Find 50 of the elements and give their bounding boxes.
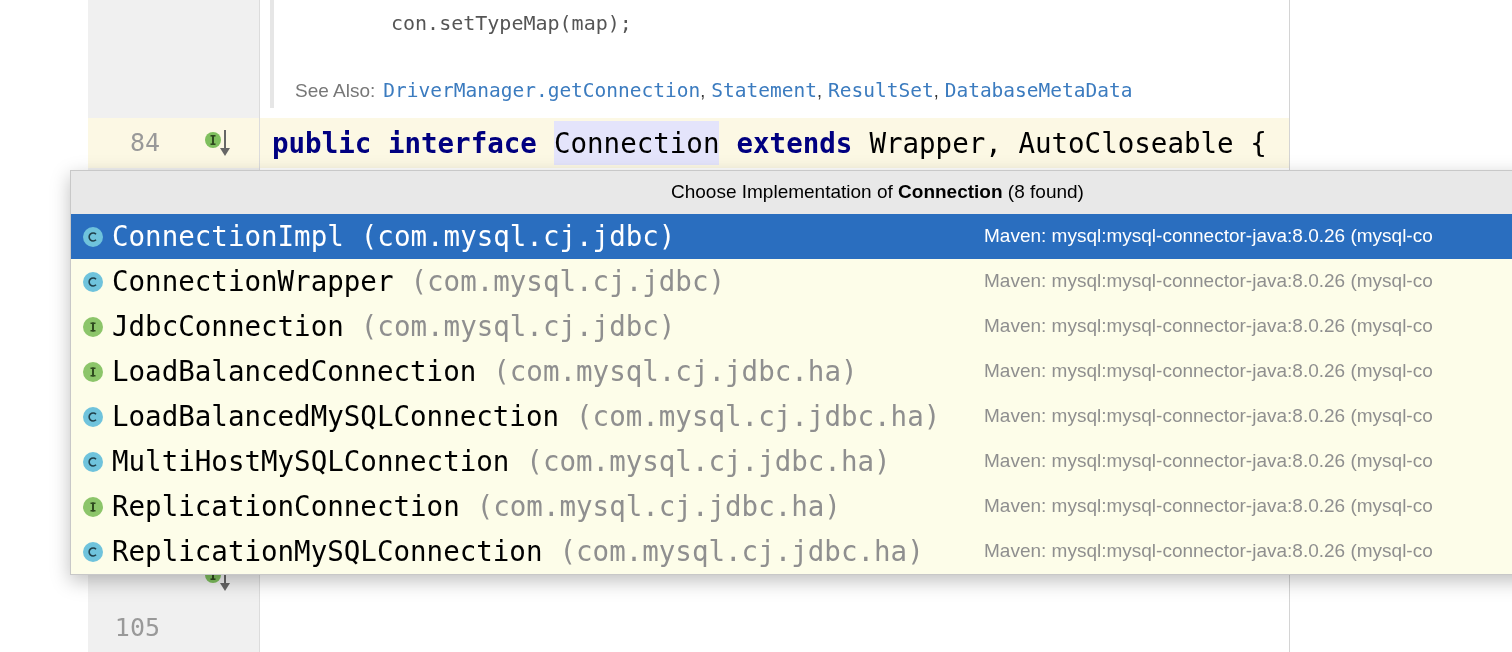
package-name: (com.mysql.cj.jdbc.ha) (559, 533, 924, 569)
package-name: (com.mysql.cj.jdbc.ha) (476, 488, 841, 524)
popup-title: Choose Implementation of Connection (8 found) (671, 180, 1084, 205)
package-name: (com.mysql.cj.jdbc) (410, 263, 726, 299)
doc-link[interactable]: DatabaseMetaData (944, 76, 1133, 106)
line-number: 84 (128, 127, 160, 160)
doc-link[interactable]: ResultSet (827, 76, 934, 106)
code-keyword: public interface (272, 126, 537, 161)
see-also-label: See Also: (295, 79, 376, 103)
interface-icon (82, 315, 104, 338)
highlighted-identifier: Connection (553, 121, 720, 165)
library-name: Maven: mysql:mysql-connector-java:8.0.26 (mysql-co (984, 224, 1433, 249)
class-icon (82, 540, 104, 563)
class-icon (82, 450, 104, 473)
package-name: (com.mysql.cj.jdbc) (360, 308, 676, 344)
comma: , (933, 80, 939, 103)
code-keyword: extends (736, 126, 853, 161)
package-name: (com.mysql.cj.jdbc) (360, 218, 676, 254)
class-name: ConnectionImpl (112, 218, 344, 254)
class-icon (82, 225, 104, 248)
library-name: Maven: mysql:mysql-connector-java:8.0.26 (mysql-co (984, 269, 1433, 294)
class-icon (82, 270, 104, 293)
class-name: MultiHostMySQLConnection (112, 443, 510, 479)
class-name: LoadBalancedMySQLConnection (112, 398, 560, 434)
class-name: ConnectionWrapper (112, 263, 394, 299)
package-name: (com.mysql.cj.jdbc.ha) (576, 398, 941, 434)
library-name: Maven: mysql:mysql-connector-java:8.0.26 (mysql-co (984, 404, 1433, 429)
code-line: con.setTypeMap(map); (391, 10, 632, 37)
class-name: LoadBalancedConnection (112, 353, 477, 389)
class-icon (82, 405, 104, 428)
code-text: Wrapper, AutoCloseable { (869, 126, 1267, 161)
comma: , (700, 80, 706, 103)
doc-link[interactable]: DriverManager.getConnection (383, 76, 701, 106)
interface-icon (82, 360, 104, 383)
library-name: Maven: mysql:mysql-connector-java:8.0.26 (mysql-co (984, 449, 1433, 474)
class-name: ReplicationConnection (112, 488, 460, 524)
library-name: Maven: mysql:mysql-connector-java:8.0.26 (mysql-co (984, 359, 1433, 384)
package-name: (com.mysql.cj.jdbc.ha) (526, 443, 891, 479)
doc-link[interactable]: Statement (711, 76, 817, 106)
class-name: JdbcConnection (112, 308, 344, 344)
comma: , (816, 80, 822, 103)
line-number: 105 (113, 612, 160, 645)
interface-icon (82, 495, 104, 518)
library-name: Maven: mysql:mysql-connector-java:8.0.26 (mysql-co (984, 494, 1433, 519)
package-name: (com.mysql.cj.jdbc.ha) (493, 353, 858, 389)
implementation-item[interactable]: ReplicationMySQLConnection (com.mysql.cj.jdbc.ha) Maven: mysql:mysql-connector-java:8.0.26 (mysql-co (71, 529, 1512, 574)
library-name: Maven: mysql:mysql-connector-java:8.0.26 (mysql-co (984, 314, 1433, 339)
class-name: ReplicationMySQLConnection (112, 533, 543, 569)
library-name: Maven: mysql:mysql-connector-java:8.0.26 (mysql-co (984, 539, 1433, 564)
implementation-item[interactable]: ConnectionImpl (com.mysql.cj.jdbc) Maven: mysql:mysql-connector-java:8.0.26 (mysql-co (71, 214, 1512, 259)
